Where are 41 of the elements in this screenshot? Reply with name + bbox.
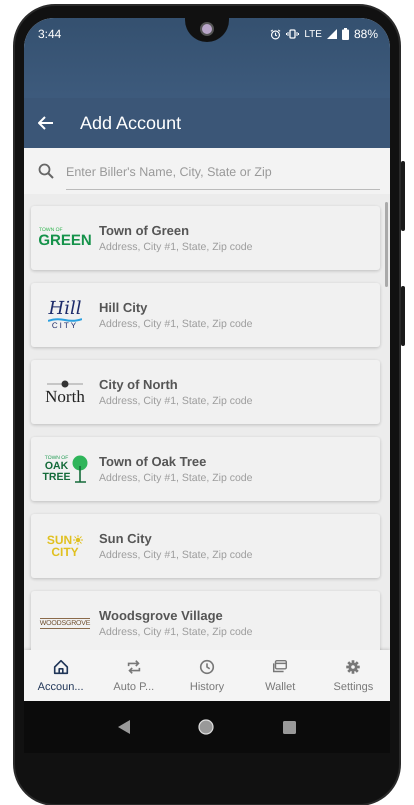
square-icon[interactable] [282,720,296,734]
nav-tab[interactable]: Accoun... [24,650,98,701]
biller-card[interactable]: SUN CITY Sun City Address, City #1, State, Zip code [31,514,380,578]
battery-icon [342,28,349,40]
biller-address: Address, City #1, State, Zip code [99,241,252,253]
biller-name: City of North [99,377,179,392]
biller-name: Hill City [99,300,148,315]
nav-tab[interactable]: Auto P... [97,650,170,701]
city-logo: SUN CITY [39,534,91,558]
biller-card[interactable]: North City of North Address, City #1, State, Zip code [31,360,380,424]
vibrate-icon [286,29,300,39]
biller-address: Address, City #1, State, Zip code [99,626,252,638]
home-circle-icon[interactable] [198,719,214,735]
status-time: 3:44 [38,27,62,41]
clock-icon [198,658,216,676]
back-triangle-icon[interactable] [118,720,130,734]
network-label: LTE [304,28,322,40]
nav-tab[interactable]: Wallet [244,650,317,701]
biller-name: Woodsgrove Village [99,608,224,623]
camera-notch [185,18,229,42]
biller-name: Town of Green [99,223,190,238]
settings-icon [344,658,362,676]
biller-address: Address, City #1, State, Zip code [99,549,252,561]
nav-tab[interactable]: History [170,650,244,701]
city-logo: Hill CITY [47,300,83,330]
biller-name: Town of Oak Tree [99,454,208,469]
home-icon [52,658,70,676]
battery-percent: 88% [354,27,378,41]
screen-title: Add Account [80,112,182,134]
biller-name: Sun City [99,531,153,546]
alarm-icon [270,28,282,40]
biller-address: Address, City #1, State, Zip code [99,318,252,330]
biller-address: Address, City #1, State, Zip code [99,395,252,407]
search-icon [38,163,54,179]
back-arrow-icon[interactable] [38,116,54,130]
nav-tab[interactable]: Settings [316,650,390,701]
scrollbar[interactable] [385,202,388,287]
biller-card[interactable]: Hill CITY Hill City Address, City #1, State, Zip code [31,283,380,347]
biller-address: Address, City #1, State, Zip code [99,472,252,484]
signal-icon [326,29,337,39]
city-logo: North [39,380,91,404]
